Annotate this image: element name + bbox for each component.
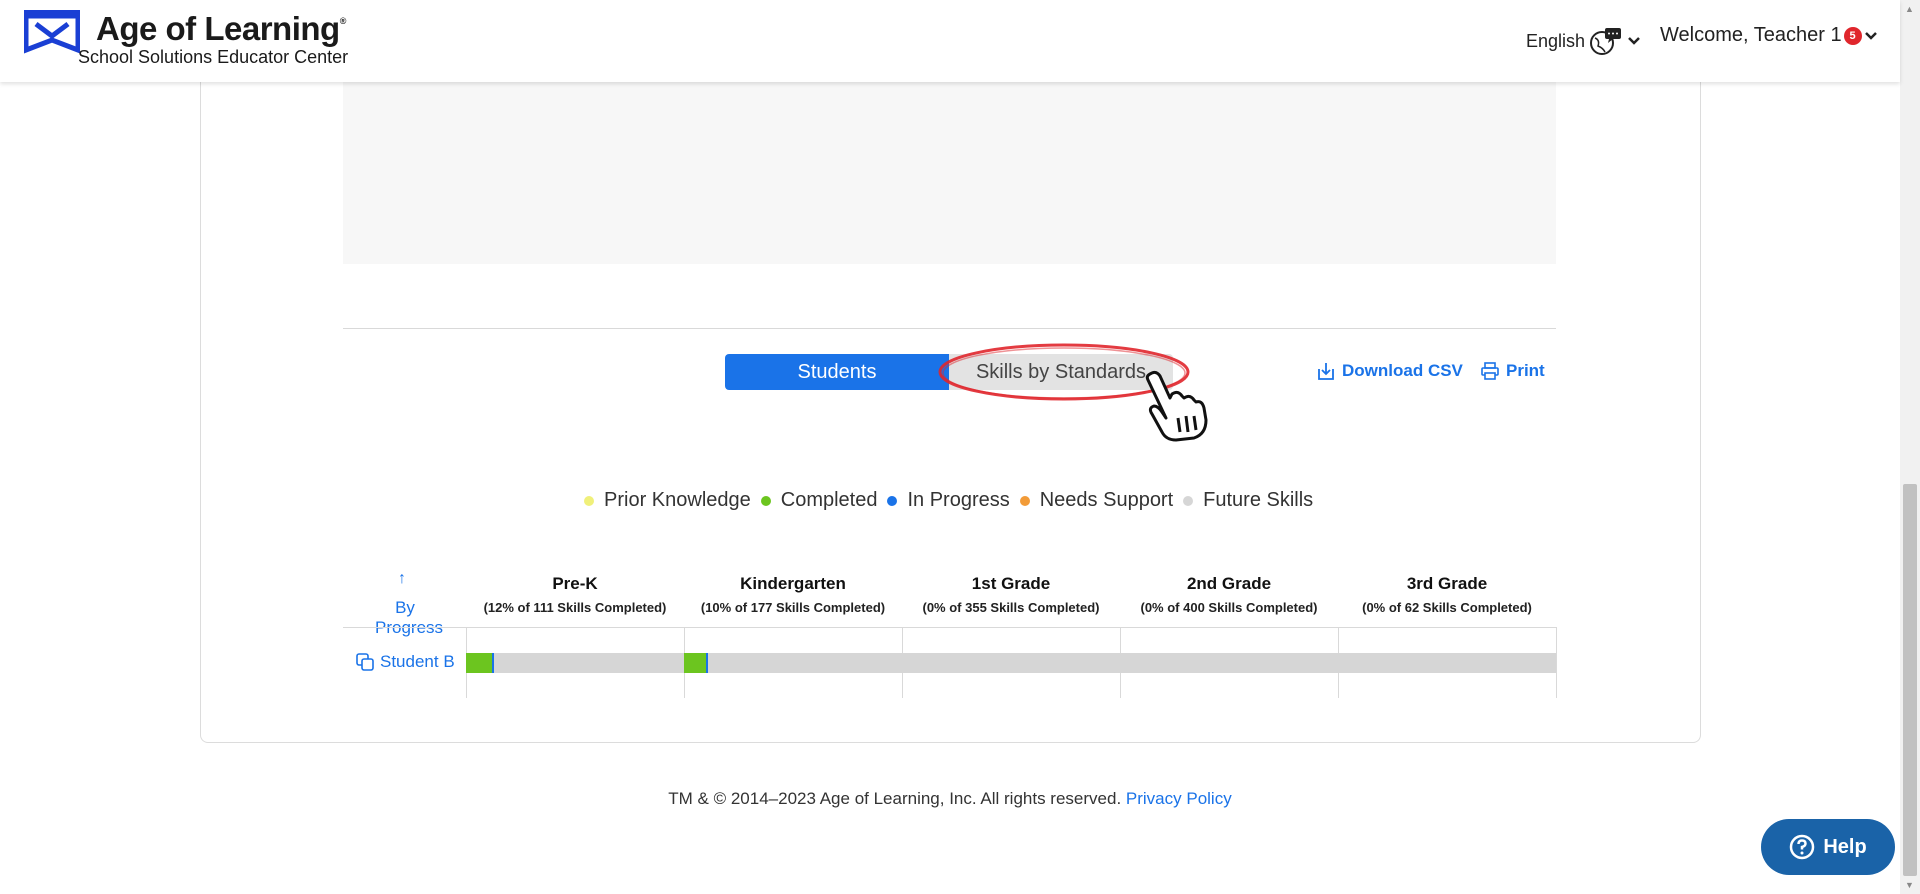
printer-icon (1481, 362, 1499, 380)
help-button[interactable]: Help (1761, 819, 1895, 875)
progress-completed-segment (684, 653, 706, 673)
legend-needs-support: Needs Support (1019, 489, 1174, 512)
column-subtitle: (0% of 400 Skills Completed) (1140, 600, 1318, 615)
status-legend: Prior Knowledge Completed In Progress Ne… (584, 489, 1323, 512)
notification-badge: 5 (1843, 26, 1862, 45)
column-title: 1st Grade (971, 574, 1051, 593)
print-label: Print (1506, 361, 1545, 380)
download-csv-label: Download CSV (1342, 361, 1463, 380)
progress-completed-segment (466, 653, 492, 673)
legend-prior-knowledge: Prior Knowledge (584, 489, 751, 512)
column-title: Pre-K (552, 574, 598, 593)
copyright-text: TM & © 2014–2023 Age of Learning, Inc. A… (668, 789, 1122, 808)
download-icon (1318, 363, 1334, 380)
column-title: 3rd Grade (1406, 574, 1488, 593)
student-row-link[interactable]: Student B (356, 652, 455, 672)
column-title: 2nd Grade (1186, 574, 1272, 593)
student-progress-track (466, 653, 1556, 673)
globe-chat-icon (1590, 28, 1622, 55)
sort-by-progress-button[interactable]: By Progress (375, 598, 443, 638)
grid-column-divider (1556, 627, 1557, 698)
progress-in-progress-segment (492, 653, 494, 673)
legend-label: Prior Knowledge (604, 489, 751, 511)
column-header-kindergarten: Kindergarten (10% of 177 Skills Complete… (684, 574, 902, 615)
view-toggle: Students Skills by Standards (725, 354, 1173, 390)
scrollbar-thumb[interactable] (1903, 484, 1917, 876)
student-name: Student B (380, 652, 455, 671)
column-subtitle: (0% of 62 Skills Completed) (1362, 600, 1532, 615)
chevron-down-icon (1628, 37, 1640, 45)
column-subtitle: (12% of 111 Skills Completed) (483, 600, 667, 615)
column-subtitle: (0% of 355 Skills Completed) (922, 600, 1100, 615)
page-footer: TM & © 2014–2023 Age of Learning, Inc. A… (0, 789, 1900, 809)
column-title: Kindergarten (740, 574, 846, 593)
legend-dot-needs-support (1019, 495, 1030, 506)
chevron-down-icon (1864, 31, 1877, 40)
section-divider (343, 328, 1556, 329)
tab-students[interactable]: Students (725, 354, 949, 390)
legend-dot-completed (760, 495, 771, 506)
column-subtitle: (10% of 177 Skills Completed) (700, 600, 886, 615)
privacy-policy-link[interactable]: Privacy Policy (1126, 789, 1232, 808)
legend-future-skills: Future Skills (1183, 489, 1313, 512)
legend-dot-future-skills (1183, 495, 1194, 506)
legend-completed: Completed (760, 489, 878, 512)
open-window-icon (356, 653, 374, 671)
legend-in-progress: In Progress (887, 489, 1010, 512)
user-menu[interactable]: Welcome, Teacher 1 5 (1660, 24, 1878, 47)
scroll-up-arrow-icon[interactable]: ▲ (1905, 4, 1914, 14)
download-csv-button[interactable]: Download CSV (1316, 361, 1463, 381)
legend-label: Completed (780, 489, 878, 511)
brand-name[interactable]: Age of Learning® (96, 10, 346, 48)
welcome-text: Welcome, Teacher 1 (1660, 24, 1842, 46)
column-header-2nd-grade: 2nd Grade (0% of 400 Skills Completed) (1120, 574, 1338, 615)
grid-top-border (343, 627, 1556, 628)
hand-pointer-cursor-icon (1145, 370, 1208, 442)
brand-tagline: School Solutions Educator Center (78, 47, 349, 67)
legend-label: Future Skills (1203, 489, 1314, 511)
age-of-learning-logo-icon[interactable] (24, 10, 80, 54)
column-header-pre-k: Pre-K (12% of 111 Skills Completed) (466, 574, 684, 615)
column-header-3rd-grade: 3rd Grade (0% of 62 Skills Completed) (1338, 574, 1556, 615)
legend-dot-in-progress (887, 495, 898, 506)
help-label: Help (1823, 835, 1867, 858)
language-selector[interactable]: English (1526, 26, 1641, 56)
report-chart-panel (343, 70, 1556, 264)
legend-dot-prior-knowledge (584, 495, 594, 506)
language-label: English (1526, 30, 1586, 51)
top-header: Age of Learning® School Solutions Educat… (0, 0, 1900, 82)
legend-label: In Progress (907, 489, 1010, 511)
question-circle-icon (1790, 834, 1815, 860)
sort-arrow-icon[interactable]: ↑ (398, 570, 406, 588)
column-header-1st-grade: 1st Grade (0% of 355 Skills Completed) (902, 574, 1120, 615)
progress-in-progress-segment (706, 653, 708, 673)
scroll-down-arrow-icon[interactable]: ▼ (1905, 880, 1914, 890)
tab-skills-by-standards[interactable]: Skills by Standards (949, 354, 1173, 390)
print-button[interactable]: Print (1480, 361, 1545, 381)
legend-label: Needs Support (1039, 489, 1174, 511)
